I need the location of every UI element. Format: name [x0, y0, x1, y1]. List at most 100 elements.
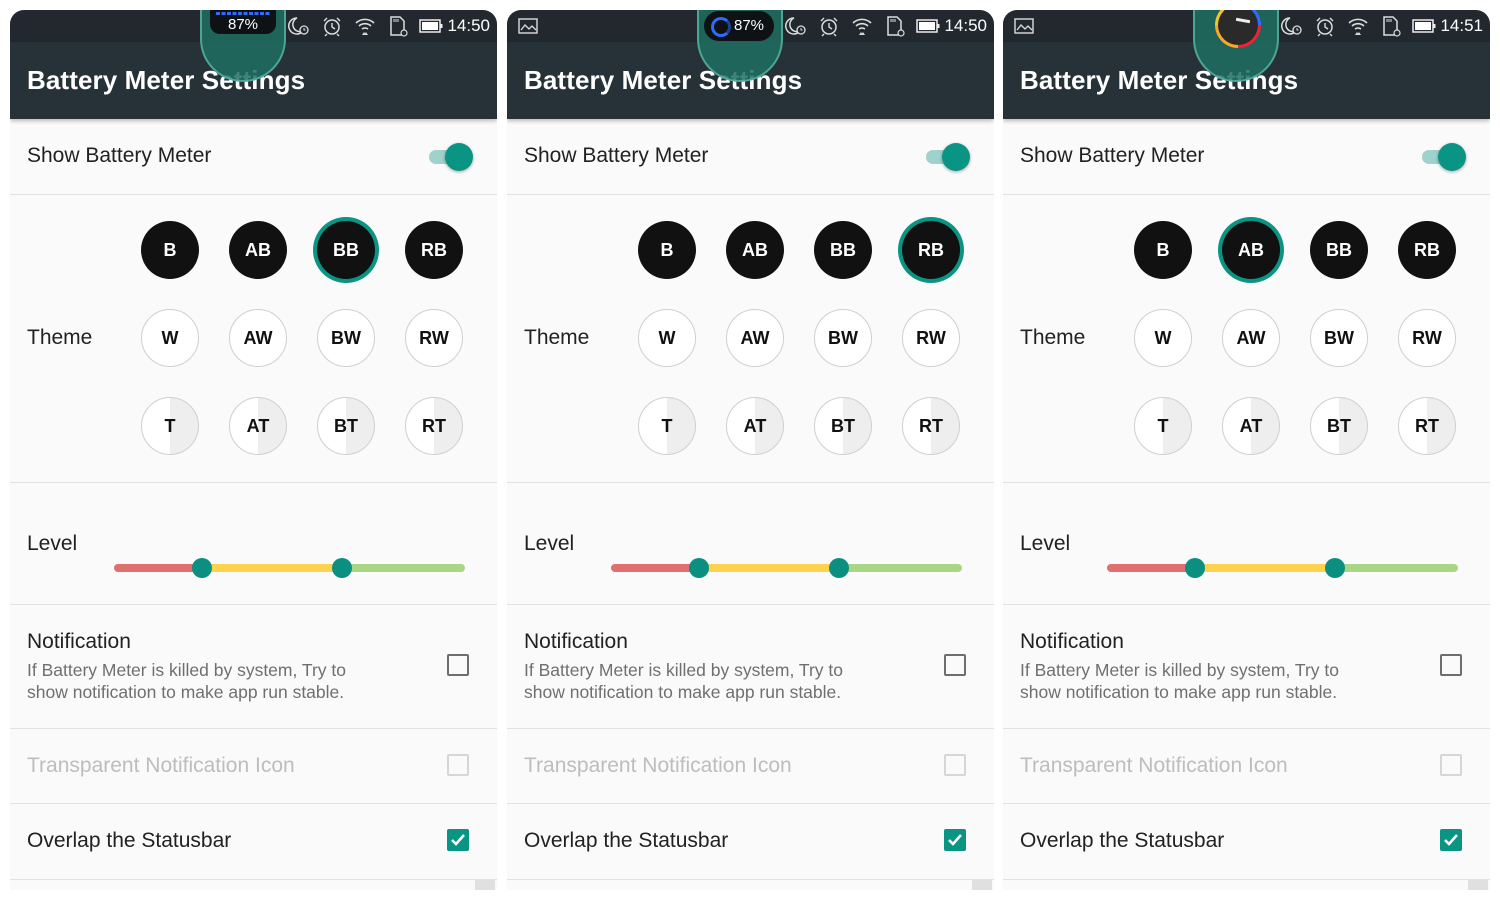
- low-threshold-thumb[interactable]: [688, 558, 709, 578]
- overlap-statusbar-row[interactable]: Overlap the Statusbar: [10, 805, 497, 880]
- settings-screen: 14:50 Battery Meter Settings 87% Show Batte…: [10, 10, 497, 890]
- overlap-statusbar-checkbox[interactable]: [944, 829, 966, 851]
- battery-percent-text: 87%: [734, 17, 765, 34]
- level-track-high-segment: [1335, 564, 1458, 572]
- theme-option-ab[interactable]: AB: [229, 221, 287, 279]
- sd-card-icon: [1379, 15, 1403, 37]
- theme-option-aw[interactable]: AW: [229, 309, 287, 367]
- notification-checkbox[interactable]: [1440, 654, 1462, 676]
- theme-option-b[interactable]: B: [638, 221, 696, 279]
- notification-row[interactable]: Notification If Battery Meter is killed b…: [1003, 606, 1490, 729]
- battery-level-bar-icon: [216, 12, 270, 15]
- checkmark-icon: [451, 834, 465, 846]
- level-track-high-segment: [839, 564, 962, 572]
- theme-option-rb[interactable]: RB: [902, 221, 960, 279]
- high-threshold-thumb[interactable]: [332, 558, 353, 578]
- gauge-needle: [1235, 17, 1251, 24]
- theme-option-rb[interactable]: RB: [405, 221, 463, 279]
- theme-label: Theme: [1020, 326, 1086, 349]
- theme-option-rw[interactable]: RW: [902, 309, 960, 367]
- show-battery-meter-toggle[interactable]: [1422, 141, 1466, 171]
- theme-option-rb[interactable]: RB: [1398, 221, 1456, 279]
- theme-option-ab[interactable]: AB: [1222, 221, 1280, 279]
- notification-row[interactable]: Notification If Battery Meter is killed b…: [10, 606, 497, 729]
- show-battery-meter-row[interactable]: Show Battery Meter: [10, 120, 497, 195]
- theme-option-at[interactable]: AT: [726, 397, 784, 455]
- transparent-notification-icon-label: Transparent Notification Icon: [524, 754, 792, 777]
- show-battery-meter-row[interactable]: Show Battery Meter: [507, 120, 994, 195]
- theme-option-bt[interactable]: BT: [317, 397, 375, 455]
- theme-option-at[interactable]: AT: [1222, 397, 1280, 455]
- overlap-statusbar-label: Overlap the Statusbar: [1020, 829, 1225, 852]
- toggle-thumb: [445, 143, 473, 171]
- theme-option-w[interactable]: W: [1134, 309, 1192, 367]
- theme-option-bw[interactable]: BW: [814, 309, 872, 367]
- show-battery-meter-label: Show Battery Meter: [1020, 144, 1205, 167]
- theme-option-bb[interactable]: BB: [1310, 221, 1368, 279]
- show-battery-meter-toggle[interactable]: [429, 141, 473, 171]
- theme-option-ab[interactable]: AB: [726, 221, 784, 279]
- overlap-statusbar-row[interactable]: Overlap the Statusbar: [507, 805, 994, 880]
- notification-checkbox[interactable]: [447, 654, 469, 676]
- theme-option-at[interactable]: AT: [229, 397, 287, 455]
- scroll-corner: [1468, 880, 1488, 890]
- theme-option-bb[interactable]: BB: [317, 221, 375, 279]
- moon-alarm-icon: [784, 15, 808, 37]
- theme-option-b[interactable]: B: [1134, 221, 1192, 279]
- theme-option-rw[interactable]: RW: [1398, 309, 1456, 367]
- level-track-low-segment: [611, 564, 699, 572]
- theme-option-bb[interactable]: BB: [814, 221, 872, 279]
- checkmark-icon: [948, 834, 962, 846]
- sd-card-icon: [883, 15, 907, 37]
- transparent-notification-icon-checkbox: [1440, 754, 1462, 776]
- battery-meter-bar: 87%: [210, 10, 276, 34]
- theme-option-bt[interactable]: BT: [1310, 397, 1368, 455]
- theme-option-bw[interactable]: BW: [317, 309, 375, 367]
- theme-option-aw[interactable]: AW: [1222, 309, 1280, 367]
- theme-option-bt[interactable]: BT: [814, 397, 872, 455]
- show-battery-meter-row[interactable]: Show Battery Meter: [1003, 120, 1490, 195]
- show-battery-meter-toggle[interactable]: [926, 141, 970, 171]
- level-track-mid-segment: [1194, 564, 1336, 572]
- theme-option-t[interactable]: T: [141, 397, 199, 455]
- theme-option-t[interactable]: T: [1134, 397, 1192, 455]
- level-range-slider[interactable]: [114, 558, 465, 578]
- high-threshold-thumb[interactable]: [1325, 558, 1346, 578]
- notification-row[interactable]: Notification If Battery Meter is killed b…: [507, 606, 994, 729]
- theme-option-rt[interactable]: RT: [902, 397, 960, 455]
- theme-option-t[interactable]: T: [638, 397, 696, 455]
- theme-option-w[interactable]: W: [638, 309, 696, 367]
- theme-row: Theme B AB BB RB W AW BW RW T AT BT RT: [10, 196, 497, 483]
- level-range-slider[interactable]: [1107, 558, 1458, 578]
- theme-option-rt[interactable]: RT: [405, 397, 463, 455]
- level-label: Level: [524, 532, 575, 555]
- status-time: 14:50: [447, 16, 490, 35]
- overlap-statusbar-row[interactable]: Overlap the Statusbar: [1003, 805, 1490, 880]
- low-threshold-thumb[interactable]: [1184, 558, 1205, 578]
- toggle-thumb: [942, 143, 970, 171]
- level-track-mid-segment: [201, 564, 343, 572]
- status-time: 14:51: [1440, 16, 1483, 35]
- theme-option-bw[interactable]: BW: [1310, 309, 1368, 367]
- status-icons: 14:51: [1271, 15, 1483, 37]
- level-track-low-segment: [114, 564, 202, 572]
- overlap-statusbar-checkbox[interactable]: [1440, 829, 1462, 851]
- theme-option-w[interactable]: W: [141, 309, 199, 367]
- high-threshold-thumb[interactable]: [829, 558, 850, 578]
- theme-option-b[interactable]: B: [141, 221, 199, 279]
- transparent-notification-icon-row: Transparent Notification Icon: [1003, 730, 1490, 804]
- theme-option-rw[interactable]: RW: [405, 309, 463, 367]
- level-range-slider[interactable]: [611, 558, 962, 578]
- theme-option-rt[interactable]: RT: [1398, 397, 1456, 455]
- theme-label: Theme: [524, 326, 590, 349]
- theme-option-aw[interactable]: AW: [726, 309, 784, 367]
- notification-checkbox[interactable]: [944, 654, 966, 676]
- settings-screen: 14:50 Battery Meter Settings 87% Show Batte…: [507, 10, 994, 890]
- overlap-statusbar-checkbox[interactable]: [447, 829, 469, 851]
- transparent-notification-icon-checkbox: [944, 754, 966, 776]
- low-threshold-thumb[interactable]: [191, 558, 212, 578]
- transparent-notification-icon-label: Transparent Notification Icon: [27, 754, 295, 777]
- image-icon: [518, 18, 538, 34]
- notification-description-line2: show notification to make app run stable…: [1020, 682, 1338, 702]
- transparent-notification-icon-row: Transparent Notification Icon: [10, 730, 497, 804]
